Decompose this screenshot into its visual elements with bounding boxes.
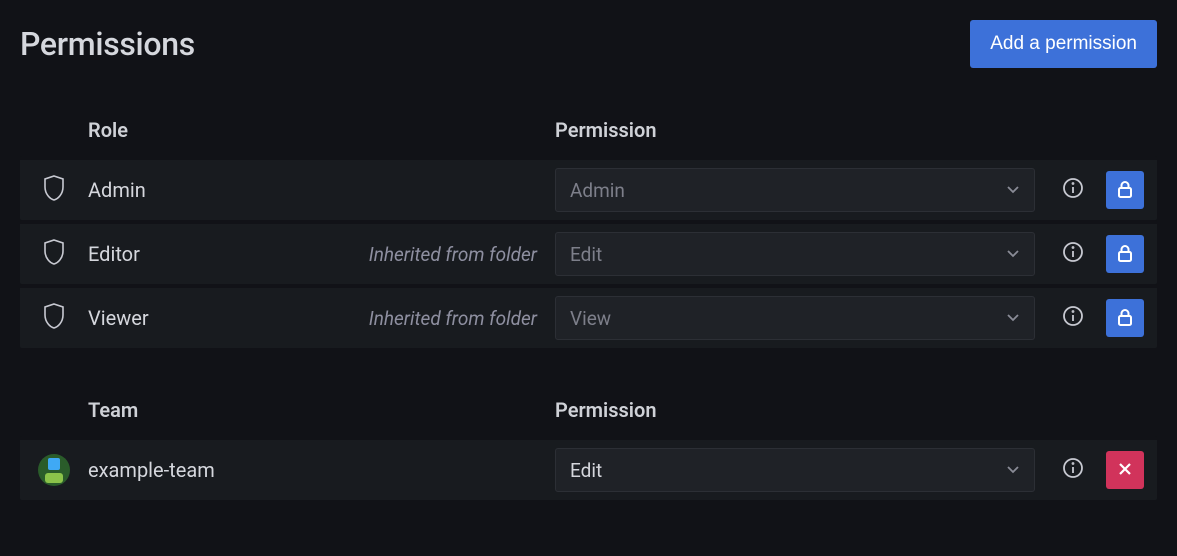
lock-icon	[1116, 244, 1134, 265]
lock-icon	[1116, 308, 1134, 329]
chevron-down-icon	[1006, 245, 1020, 264]
inherited-label: Inherited from folder	[318, 307, 555, 330]
permission-select[interactable]: Edit	[555, 448, 1035, 492]
lock-icon	[1116, 180, 1134, 201]
lock-button[interactable]	[1106, 299, 1144, 337]
permission-value: Admin	[570, 179, 625, 202]
lock-button[interactable]	[1106, 171, 1144, 209]
chevron-down-icon	[1006, 461, 1020, 480]
add-permission-button[interactable]: Add a permission	[970, 20, 1157, 68]
column-header-permission: Permission	[555, 398, 1045, 422]
team-avatar	[38, 454, 70, 486]
lock-button[interactable]	[1106, 235, 1144, 273]
roles-section: Role Permission Admin Admin	[20, 118, 1157, 348]
teams-column-headers: Team Permission	[20, 398, 1157, 436]
team-name: example-team	[88, 458, 318, 482]
remove-button[interactable]	[1106, 451, 1144, 489]
role-row: Viewer Inherited from folder View	[20, 284, 1157, 348]
permission-select[interactable]: View	[555, 296, 1035, 340]
shield-icon	[42, 174, 66, 206]
shield-icon	[42, 238, 66, 270]
team-row: example-team Edit	[20, 436, 1157, 500]
permission-select[interactable]: Edit	[555, 232, 1035, 276]
permission-value: Edit	[570, 459, 602, 482]
column-header-permission: Permission	[555, 118, 1045, 142]
info-icon[interactable]	[1062, 305, 1084, 331]
column-header-role: Role	[88, 118, 555, 142]
permission-select[interactable]: Admin	[555, 168, 1035, 212]
column-header-team: Team	[88, 398, 555, 422]
inherited-label: Inherited from folder	[318, 243, 555, 266]
teams-section: Team Permission example-team Edit	[20, 398, 1157, 500]
role-row: Editor Inherited from folder Edit	[20, 220, 1157, 284]
permission-value: View	[570, 307, 611, 330]
shield-icon	[42, 302, 66, 334]
info-icon[interactable]	[1062, 177, 1084, 203]
close-icon	[1117, 461, 1133, 480]
role-name: Editor	[88, 242, 318, 266]
role-name: Admin	[88, 178, 318, 202]
page-header: Permissions Add a permission	[20, 20, 1157, 68]
role-name: Viewer	[88, 306, 318, 330]
info-icon[interactable]	[1062, 241, 1084, 267]
page-title: Permissions	[20, 25, 195, 63]
role-row: Admin Admin	[20, 156, 1157, 220]
info-icon[interactable]	[1062, 457, 1084, 483]
chevron-down-icon	[1006, 181, 1020, 200]
chevron-down-icon	[1006, 309, 1020, 328]
permission-value: Edit	[570, 243, 602, 266]
roles-column-headers: Role Permission	[20, 118, 1157, 156]
